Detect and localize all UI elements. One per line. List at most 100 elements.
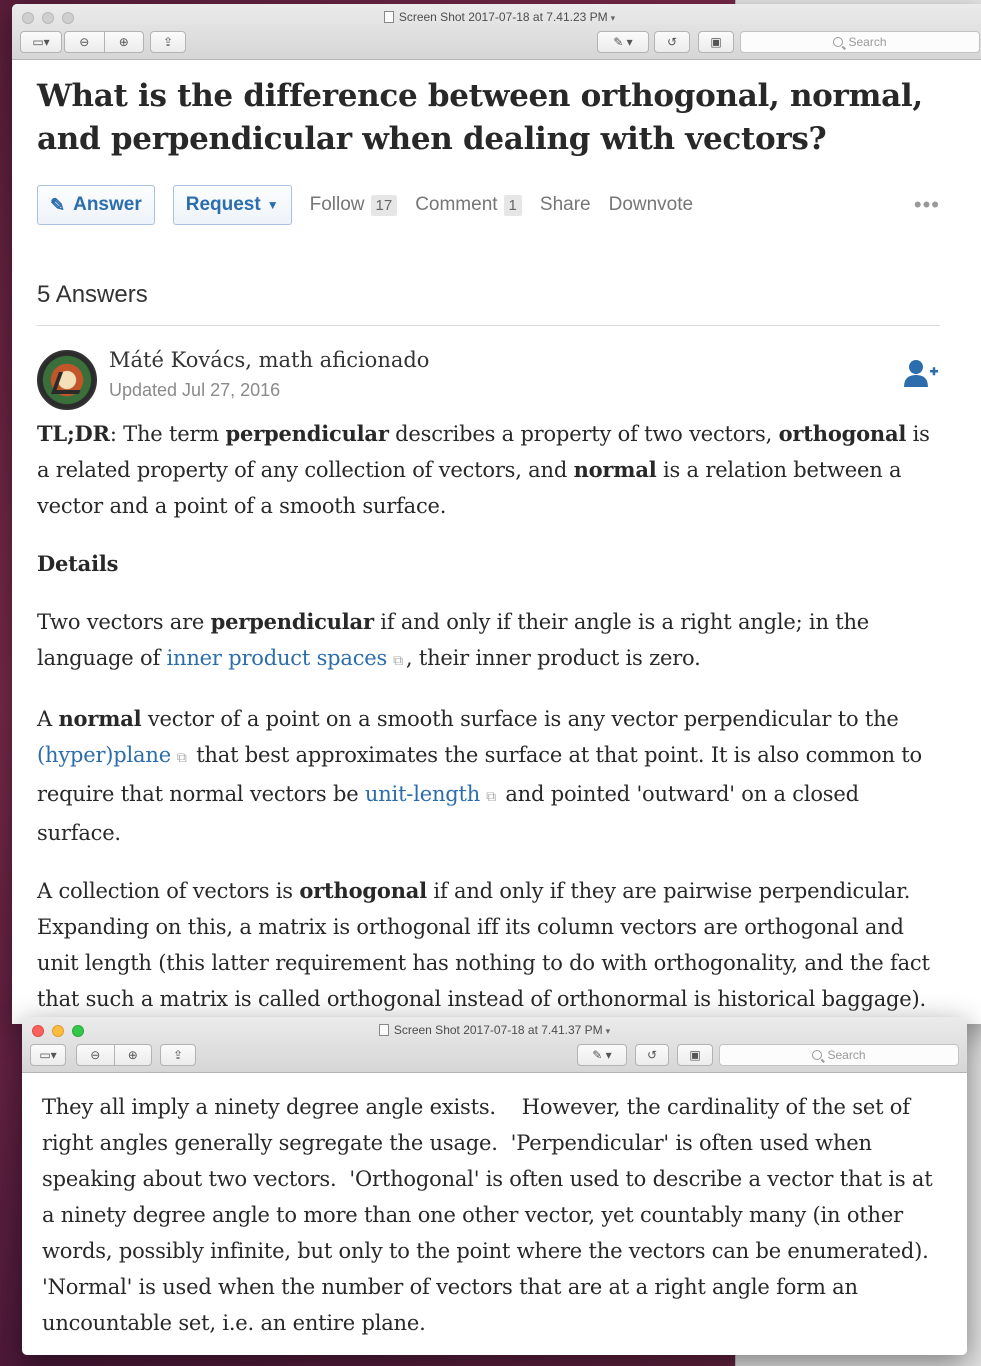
comment-label: Comment <box>415 194 498 215</box>
sidebar-toggle-button[interactable]: ▭▾ <box>20 31 62 53</box>
request-button[interactable]: Request ▼ <box>172 185 292 225</box>
downvote-link[interactable]: Downvote <box>609 194 694 216</box>
window-2-title: Screen Shot 2017-07-18 at 7.41.37 PM ▾ <box>22 1023 967 1037</box>
zoom-in-icon: ⊕ <box>118 35 129 49</box>
rotate-button[interactable]: ↺ <box>654 31 690 53</box>
text-span: , their inner product is zero. <box>405 646 701 670</box>
search-field[interactable]: Search <box>719 1044 959 1066</box>
text-span: vector of a point on a smooth surface is… <box>141 707 899 731</box>
document-icon <box>378 1024 389 1036</box>
divider <box>37 325 940 326</box>
zoom-in-icon: ⊕ <box>127 1048 138 1062</box>
text-span: describes a property of two vectors, <box>388 422 779 446</box>
pen-icon: ✎ ▾ <box>592 1048 612 1062</box>
search-icon <box>812 1050 823 1060</box>
bold-term: perpendicular <box>225 421 389 446</box>
request-label: Request <box>185 194 261 215</box>
text-span: A <box>37 707 59 731</box>
external-link-icon: ⧉ <box>176 750 187 766</box>
toolbox-icon: ▣ <box>689 1048 701 1062</box>
question-page: What is the difference between orthogona… <box>12 75 981 1017</box>
text-span: A collection of vectors is <box>37 879 300 903</box>
bold-term: perpendicular <box>210 609 374 634</box>
rotate-icon: ↺ <box>646 1048 658 1062</box>
share-button[interactable]: ⇪ <box>160 1044 196 1066</box>
chevron-down-icon[interactable]: ▾ <box>611 13 616 23</box>
preview-window-2: Screen Shot 2017-07-18 at 7.41.37 PM ▾ ▭▾… <box>22 1017 967 1355</box>
bold-term: orthogonal <box>778 421 907 446</box>
bold-term: normal <box>573 457 657 482</box>
pencil-icon: ✎ <box>50 194 66 215</box>
zoom-out-icon: ⊖ <box>79 35 90 49</box>
second-answer-text: They all imply a ninety degree angle exi… <box>42 1095 942 1335</box>
follow-label: Follow <box>309 194 365 215</box>
search-field[interactable]: Search <box>740 31 980 53</box>
sidebar-icon: ▭▾ <box>39 1048 57 1062</box>
paragraph-perpendicular: Two vectors are perpendicular if and onl… <box>37 604 947 679</box>
window-1-title-text: Screen Shot 2017-07-18 at 7.41.23 PM <box>398 10 608 24</box>
unit-length-link[interactable]: unit-length <box>365 782 480 806</box>
inner-product-spaces-link[interactable]: inner product spaces <box>167 646 388 670</box>
answer-label: Answer <box>73 194 142 215</box>
zoom-controls: ⊖ ⊕ <box>76 1044 152 1066</box>
search-icon <box>833 37 844 47</box>
window-1-title: Screen Shot 2017-07-18 at 7.41.23 PM ▾ <box>12 10 981 24</box>
toolbox-button[interactable]: ▣ <box>677 1044 713 1066</box>
more-options-icon[interactable]: ••• <box>914 192 940 218</box>
zoom-out-icon: ⊖ <box>90 1048 101 1062</box>
window-2-title-text: Screen Shot 2017-07-18 at 7.41.37 PM <box>393 1023 603 1037</box>
follow-count: 17 <box>370 194 398 216</box>
follow-button[interactable]: Follow 17 <box>310 194 398 216</box>
hyperplane-link[interactable]: (hyper)plane <box>37 743 171 767</box>
toolbox-icon: ▣ <box>710 35 722 49</box>
rotate-icon: ↺ <box>666 35 678 49</box>
bold-term: normal <box>58 706 142 731</box>
zoom-out-button[interactable]: ⊖ <box>65 32 104 52</box>
paragraph-orthogonal: A collection of vectors is orthogonal if… <box>37 873 947 1017</box>
tldr-paragraph: TL;DR: The term perpendicular describes … <box>37 416 947 524</box>
search-placeholder: Search <box>848 35 887 49</box>
zoom-controls: ⊖ ⊕ <box>64 31 144 53</box>
zoom-in-button[interactable]: ⊕ <box>115 1045 152 1065</box>
share-button[interactable]: ⇪ <box>150 31 186 53</box>
answers-heading: 5 Answers <box>37 281 148 308</box>
preview-window-1: Screen Shot 2017-07-18 at 7.41.23 PM ▾ ▭▾… <box>12 4 981 1024</box>
author-name[interactable]: Máté Kovács, math aficionado <box>109 348 429 372</box>
bold-term: orthogonal <box>299 878 427 903</box>
markup-button[interactable]: ✎ ▾ <box>597 31 649 53</box>
zoom-in-button[interactable]: ⊕ <box>105 32 144 52</box>
details-heading: Details <box>37 551 119 576</box>
caret-down-icon: ▼ <box>266 198 279 212</box>
window-2-titlebar: Screen Shot 2017-07-18 at 7.41.37 PM ▾ ▭▾… <box>22 1017 967 1073</box>
avatar[interactable] <box>37 350 97 410</box>
external-link-icon: ⧉ <box>486 789 496 805</box>
answer-updated-date[interactable]: Updated Jul 27, 2016 <box>109 380 280 401</box>
follow-user-icon[interactable] <box>903 358 939 388</box>
comment-button[interactable]: Comment 1 <box>415 194 522 216</box>
share-icon: ⇪ <box>172 1048 184 1062</box>
text-span: Two vectors are <box>37 610 211 634</box>
answer-button[interactable]: ✎ Answer <box>37 185 155 225</box>
sidebar-toggle-button[interactable]: ▭▾ <box>30 1044 66 1066</box>
sidebar-icon: ▭▾ <box>32 35 50 49</box>
document-icon <box>383 11 394 23</box>
answer-author: Máté Kovács, math aficionado Updated Jul… <box>37 348 981 410</box>
paragraph-normal: A normal vector of a point on a smooth s… <box>37 701 947 851</box>
question-actions: ✎ Answer Request ▼ Follow 17 Comment 1 S… <box>37 185 947 225</box>
rotate-button[interactable]: ↺ <box>635 1044 669 1066</box>
question-title: What is the difference between orthogona… <box>37 78 923 157</box>
answer-body: TL;DR: The term perpendicular describes … <box>37 416 947 1017</box>
share-icon: ⇪ <box>162 35 174 49</box>
comment-count: 1 <box>503 194 522 216</box>
pen-icon: ✎ ▾ <box>613 35 633 49</box>
toolbox-button[interactable]: ▣ <box>698 31 734 53</box>
external-link-icon: ⧉ <box>393 653 403 669</box>
zoom-out-button[interactable]: ⊖ <box>77 1045 114 1065</box>
search-placeholder: Search <box>827 1048 866 1062</box>
window-1-titlebar: Screen Shot 2017-07-18 at 7.41.23 PM ▾ ▭▾… <box>12 4 981 60</box>
share-link[interactable]: Share <box>540 194 591 216</box>
tldr-label: TL;DR <box>37 421 110 446</box>
chevron-down-icon[interactable]: ▾ <box>606 1026 611 1036</box>
markup-button[interactable]: ✎ ▾ <box>577 1044 627 1066</box>
text-span: : The term <box>109 422 226 446</box>
